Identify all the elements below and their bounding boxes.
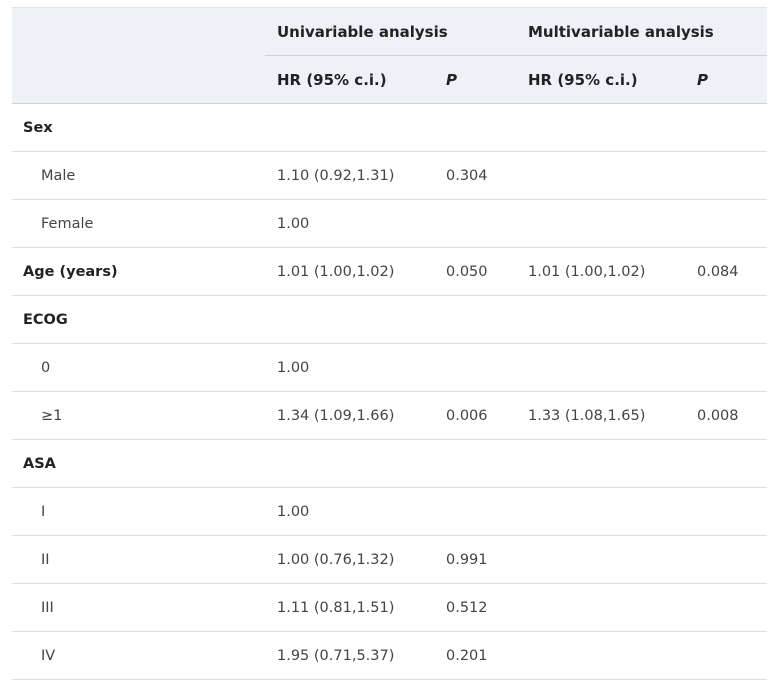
table-row: II 1.00 (0.76,1.32) 0.991: [12, 535, 767, 584]
uni-hr-cell: 1.00: [265, 343, 434, 392]
multi-hr-cell: [516, 343, 685, 392]
uni-p-cell: 0.201: [434, 631, 516, 680]
header-row-groups: Univariable analysis Multivariable analy…: [12, 7, 767, 56]
header-multivariable: Multivariable analysis: [516, 7, 767, 56]
table-row: ECOG: [12, 295, 767, 344]
multi-p-cell: [685, 295, 767, 344]
multi-hr-cell: [516, 295, 685, 344]
row-label: 0: [12, 343, 265, 392]
uni-p-cell: [434, 487, 516, 536]
header-multi-p: P: [685, 55, 767, 104]
uni-p-cell: [434, 343, 516, 392]
row-label: ≥1: [12, 391, 265, 440]
multi-hr-cell: [516, 535, 685, 584]
row-label: ECOG: [12, 295, 265, 344]
uni-hr-cell: [265, 295, 434, 344]
uni-p-cell: 0.304: [434, 151, 516, 200]
multi-hr-cell: [516, 631, 685, 680]
multi-p-cell: [685, 535, 767, 584]
uni-hr-cell: 1.95 (0.71,5.37): [265, 631, 434, 680]
hazard-ratio-table: Univariable analysis Multivariable analy…: [12, 7, 767, 680]
table-row: ≥1 1.34 (1.09,1.66) 0.006 1.33 (1.08,1.65) 0…: [12, 391, 767, 440]
uni-p-cell: [434, 295, 516, 344]
uni-hr-cell: 1.34 (1.09,1.66): [265, 391, 434, 440]
table-row: ASA: [12, 439, 767, 488]
multi-hr-cell: [516, 487, 685, 536]
table-body: Sex Male 1.10 (0.92,1.31) 0.304 Female 1.00 Ag…: [12, 103, 767, 680]
multi-p-cell: [685, 439, 767, 488]
header-uni-p: P: [434, 55, 516, 104]
row-label: Male: [12, 151, 265, 200]
multi-hr-cell: [516, 151, 685, 200]
row-label: II: [12, 535, 265, 584]
multi-p-cell: [685, 487, 767, 536]
multi-p-cell: 0.008: [685, 391, 767, 440]
uni-hr-cell: 1.00: [265, 487, 434, 536]
uni-p-cell: [434, 103, 516, 152]
table-row: III 1.11 (0.81,1.51) 0.512: [12, 583, 767, 632]
uni-hr-cell: 1.11 (0.81,1.51): [265, 583, 434, 632]
multi-hr-cell: [516, 199, 685, 248]
table-row: Age (years) 1.01 (1.00,1.02) 0.050 1.01 (1.…: [12, 247, 767, 296]
row-label: ASA: [12, 439, 265, 488]
multi-p-cell: [685, 103, 767, 152]
header-univariable: Univariable analysis: [265, 7, 516, 56]
uni-hr-cell: [265, 439, 434, 488]
multi-p-cell: [685, 583, 767, 632]
multi-hr-cell: [516, 583, 685, 632]
uni-hr-cell: 1.00: [265, 199, 434, 248]
uni-p-cell: 0.512: [434, 583, 516, 632]
table-row: IV 1.95 (0.71,5.37) 0.201: [12, 631, 767, 680]
row-label: IV: [12, 631, 265, 680]
uni-hr-cell: 1.10 (0.92,1.31): [265, 151, 434, 200]
table-row: Male 1.10 (0.92,1.31) 0.304: [12, 151, 767, 200]
multi-p-cell: [685, 631, 767, 680]
uni-p-cell: [434, 439, 516, 488]
multi-p-cell: 0.084: [685, 247, 767, 296]
header-blank-cell: [12, 55, 265, 104]
row-label: I: [12, 487, 265, 536]
header-multi-hr: HR (95% c.i.): [516, 55, 685, 104]
table-row: Female 1.00: [12, 199, 767, 248]
uni-p-cell: [434, 199, 516, 248]
header-blank-cell: [12, 7, 265, 56]
uni-p-cell: 0.991: [434, 535, 516, 584]
table-header: Univariable analysis Multivariable analy…: [12, 7, 767, 104]
multi-p-cell: [685, 199, 767, 248]
uni-hr-cell: [265, 103, 434, 152]
row-label: Female: [12, 199, 265, 248]
uni-hr-cell: 1.00 (0.76,1.32): [265, 535, 434, 584]
multi-p-cell: [685, 343, 767, 392]
row-label: III: [12, 583, 265, 632]
table-row: Sex: [12, 103, 767, 152]
header-uni-hr: HR (95% c.i.): [265, 55, 434, 104]
multi-hr-cell: [516, 439, 685, 488]
table-row: I 1.00: [12, 487, 767, 536]
table-row: 0 1.00: [12, 343, 767, 392]
uni-p-cell: 0.006: [434, 391, 516, 440]
uni-p-cell: 0.050: [434, 247, 516, 296]
multi-hr-cell: 1.33 (1.08,1.65): [516, 391, 685, 440]
regression-table-container: Univariable analysis Multivariable analy…: [12, 7, 767, 680]
row-label: Sex: [12, 103, 265, 152]
header-row-columns: HR (95% c.i.) P HR (95% c.i.) P: [12, 55, 767, 104]
row-label: Age (years): [12, 247, 265, 296]
multi-hr-cell: [516, 103, 685, 152]
multi-hr-cell: 1.01 (1.00,1.02): [516, 247, 685, 296]
uni-hr-cell: 1.01 (1.00,1.02): [265, 247, 434, 296]
multi-p-cell: [685, 151, 767, 200]
